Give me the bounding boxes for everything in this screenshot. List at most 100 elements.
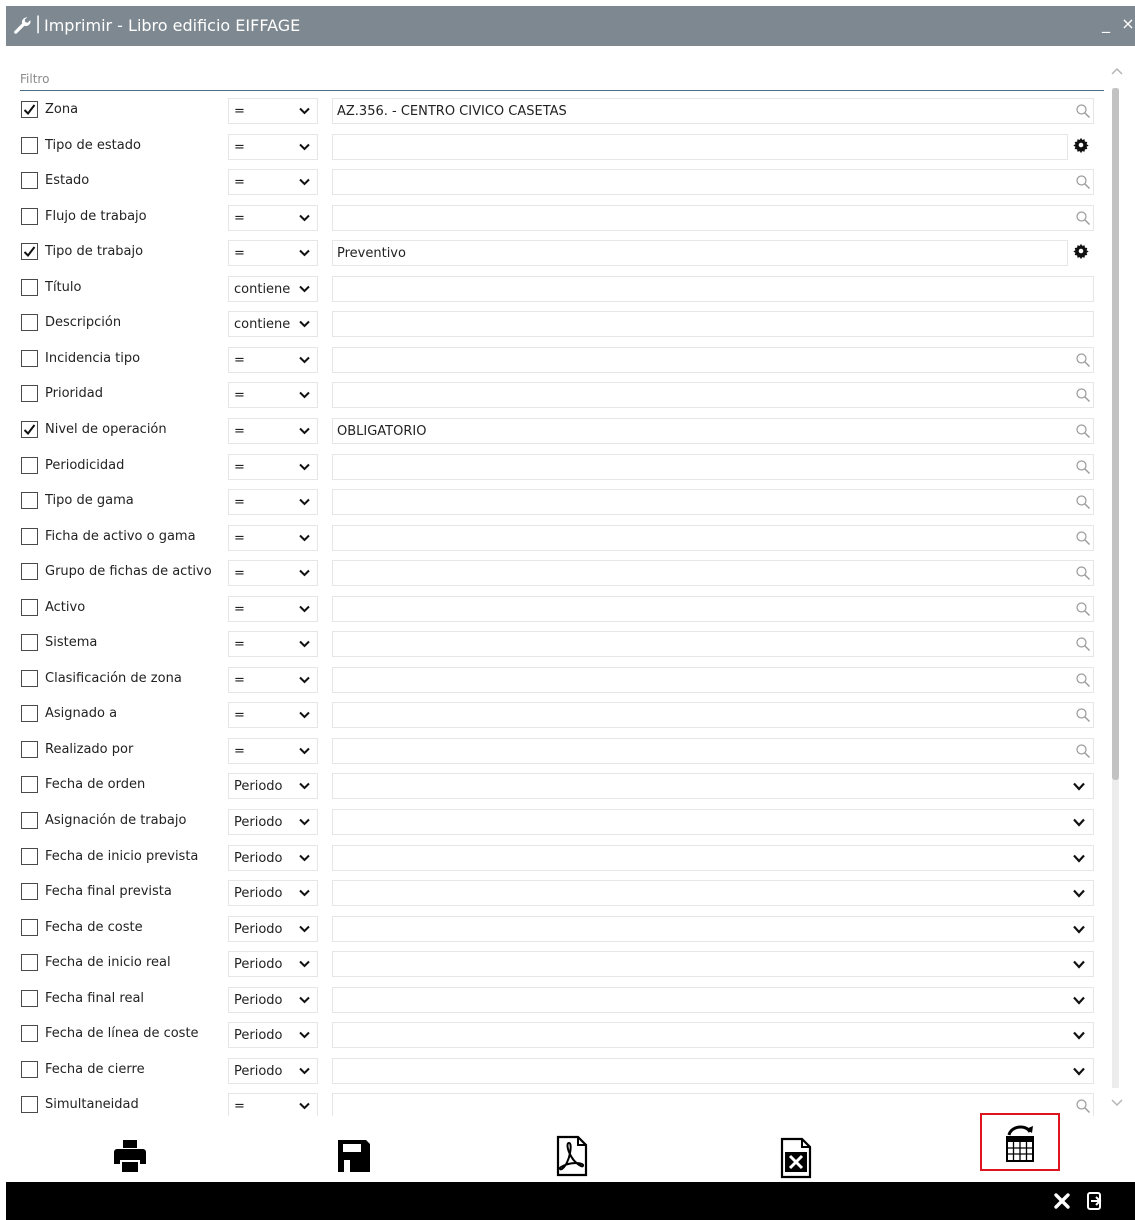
value-field-fecha-de-cierre[interactable] [332, 1058, 1094, 1084]
operator-select-asignado-a[interactable]: = [228, 702, 318, 728]
search-icon[interactable] [1075, 672, 1091, 688]
operator-select-tipo-de-estado[interactable]: = [228, 134, 318, 160]
operator-select-prioridad[interactable]: = [228, 382, 318, 408]
value-field-fecha-de-orden[interactable] [332, 773, 1094, 799]
chevron-down-icon[interactable] [1073, 889, 1085, 898]
search-icon[interactable] [1075, 103, 1091, 119]
checkbox-activo[interactable] [21, 599, 38, 616]
value-field-fecha-de-linea-de-coste[interactable] [332, 1022, 1094, 1048]
checkbox-asignacion-de-trabajo[interactable] [21, 812, 38, 829]
minimize-button[interactable]: _ [1098, 12, 1114, 36]
value-field-asignacion-de-trabajo[interactable] [332, 809, 1094, 835]
operator-select-fecha-de-coste[interactable]: Periodo [228, 916, 318, 942]
checkbox-clasificacion-de-zona[interactable] [21, 670, 38, 687]
search-icon[interactable] [1075, 210, 1091, 226]
export-pdf-button[interactable] [552, 1134, 592, 1178]
search-icon[interactable] [1075, 707, 1091, 723]
checkbox-zona[interactable] [21, 101, 38, 118]
value-field-grupo-de-fichas-de-activo[interactable] [332, 560, 1094, 586]
value-field-flujo-de-trabajo[interactable] [332, 205, 1094, 231]
operator-select-ficha-de-activo-o-gama[interactable]: = [228, 525, 318, 551]
checkbox-fecha-de-inicio-real[interactable] [21, 954, 38, 971]
value-field-zona[interactable]: AZ.356. - CENTRO CIVICO CASETAS [332, 98, 1094, 124]
operator-select-estado[interactable]: = [228, 169, 318, 195]
chevron-down-icon[interactable] [1073, 925, 1085, 934]
checkbox-realizado-por[interactable] [21, 741, 38, 758]
operator-select-periodicidad[interactable]: = [228, 454, 318, 480]
chevron-down-icon[interactable] [1073, 818, 1085, 827]
scrollbar-thumb[interactable] [1112, 88, 1119, 780]
search-icon[interactable] [1075, 565, 1091, 581]
search-icon[interactable] [1075, 530, 1091, 546]
search-icon[interactable] [1075, 1098, 1091, 1114]
operator-select-fecha-final-prevista[interactable]: Periodo [228, 880, 318, 906]
search-icon[interactable] [1075, 636, 1091, 652]
chevron-down-icon[interactable] [1073, 1031, 1085, 1040]
operator-select-grupo-de-fichas-de-activo[interactable]: = [228, 560, 318, 586]
checkbox-grupo-de-fichas-de-activo[interactable] [21, 563, 38, 580]
value-field-fecha-final-prevista[interactable] [332, 880, 1094, 906]
search-icon[interactable] [1075, 601, 1091, 617]
chevron-down-icon[interactable] [1073, 996, 1085, 1005]
operator-select-fecha-de-orden[interactable]: Periodo [228, 773, 318, 799]
checkbox-sistema[interactable] [21, 634, 38, 651]
window-close-button[interactable]: × [1120, 12, 1135, 36]
save-button[interactable] [334, 1136, 374, 1176]
checkbox-tipo-de-trabajo[interactable] [21, 243, 38, 260]
chevron-down-icon[interactable] [1073, 782, 1085, 791]
checkbox-fecha-de-orden[interactable] [21, 776, 38, 793]
close-icon[interactable] [1052, 1191, 1072, 1211]
operator-select-fecha-de-inicio-prevista[interactable]: Periodo [228, 845, 318, 871]
checkbox-descripcion[interactable] [21, 314, 38, 331]
search-icon[interactable] [1075, 459, 1091, 475]
value-field-titulo[interactable] [332, 276, 1094, 302]
checkbox-fecha-de-inicio-prevista[interactable] [21, 848, 38, 865]
print-button[interactable] [110, 1136, 150, 1176]
checkbox-fecha-final-prevista[interactable] [21, 883, 38, 900]
checkbox-tipo-de-gama[interactable] [21, 492, 38, 509]
value-field-incidencia-tipo[interactable] [332, 347, 1094, 373]
operator-select-fecha-final-real[interactable]: Periodo [228, 987, 318, 1013]
value-field-descripcion[interactable] [332, 311, 1094, 337]
value-field-estado[interactable] [332, 169, 1094, 195]
operator-select-flujo-de-trabajo[interactable]: = [228, 205, 318, 231]
search-icon[interactable] [1075, 423, 1091, 439]
operator-select-sistema[interactable]: = [228, 631, 318, 657]
value-field-fecha-de-inicio-prevista[interactable] [332, 845, 1094, 871]
operator-select-simultaneidad[interactable]: = [228, 1093, 318, 1116]
checkbox-flujo-de-trabajo[interactable] [21, 208, 38, 225]
operator-select-titulo[interactable]: contiene [228, 276, 318, 302]
value-field-tipo-de-gama[interactable] [332, 489, 1094, 515]
checkbox-nivel-de-operacion[interactable] [21, 421, 38, 438]
checkbox-prioridad[interactable] [21, 385, 38, 402]
checkbox-incidencia-tipo[interactable] [21, 350, 38, 367]
gear-icon[interactable] [1073, 243, 1089, 259]
checkbox-estado[interactable] [21, 172, 38, 189]
checkbox-fecha-de-linea-de-coste[interactable] [21, 1025, 38, 1042]
exit-icon[interactable] [1086, 1191, 1104, 1211]
value-field-fecha-de-inicio-real[interactable] [332, 951, 1094, 977]
scroll-down-icon[interactable] [1110, 1098, 1124, 1108]
operator-select-tipo-de-gama[interactable]: = [228, 489, 318, 515]
checkbox-fecha-final-real[interactable] [21, 990, 38, 1007]
operator-select-activo[interactable]: = [228, 596, 318, 622]
chevron-down-icon[interactable] [1073, 854, 1085, 863]
checkbox-asignado-a[interactable] [21, 705, 38, 722]
checkbox-tipo-de-estado[interactable] [21, 137, 38, 154]
scroll-up-icon[interactable] [1110, 66, 1124, 76]
search-icon[interactable] [1075, 387, 1091, 403]
search-icon[interactable] [1075, 174, 1091, 190]
value-field-periodicidad[interactable] [332, 454, 1094, 480]
chevron-down-icon[interactable] [1073, 960, 1085, 969]
checkbox-ficha-de-activo-o-gama[interactable] [21, 528, 38, 545]
export-excel-button[interactable] [776, 1136, 816, 1180]
operator-select-nivel-de-operacion[interactable]: = [228, 418, 318, 444]
operator-select-tipo-de-trabajo[interactable]: = [228, 240, 318, 266]
value-field-tipo-de-estado[interactable] [332, 134, 1068, 160]
operator-select-fecha-de-linea-de-coste[interactable]: Periodo [228, 1022, 318, 1048]
search-icon[interactable] [1075, 743, 1091, 759]
value-field-clasificacion-de-zona[interactable] [332, 667, 1094, 693]
value-field-tipo-de-trabajo[interactable]: Preventivo [332, 240, 1068, 266]
checkbox-fecha-de-coste[interactable] [21, 919, 38, 936]
search-icon[interactable] [1075, 494, 1091, 510]
